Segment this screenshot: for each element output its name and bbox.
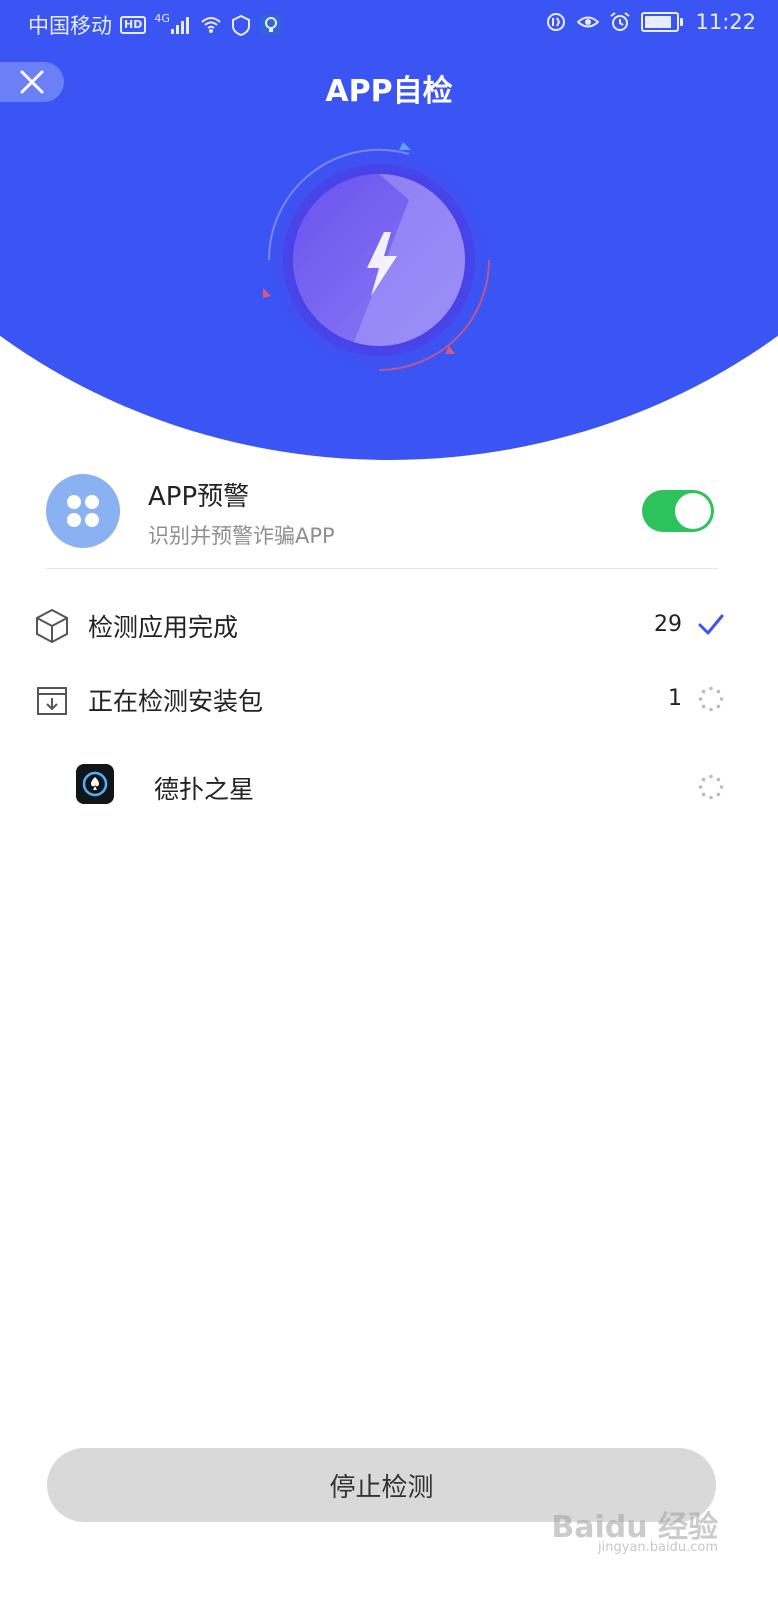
wifi-icon [201, 17, 221, 33]
checkmark-icon [698, 614, 724, 635]
scan-complete-count: 29 [654, 612, 682, 637]
scanning-app-row: 德扑之星 [76, 764, 728, 808]
spinner-icon [698, 686, 724, 712]
shield-status-icon [231, 14, 250, 36]
page-title: APP自检 [325, 74, 453, 109]
spinner-icon [698, 774, 724, 800]
app-warning-subtitle: 识别并预警诈骗APP [148, 524, 335, 548]
signal-icon [170, 17, 189, 34]
status-left: 中国移动 HD 4G [28, 10, 282, 40]
status-bar: 中国移动 HD 4G 11:22 [0, 0, 778, 46]
status-right: 11:22 [545, 10, 756, 34]
scan-complete-row: 检测应用完成 29 [34, 604, 728, 648]
battery-icon [641, 12, 684, 32]
poker-logo-icon [82, 771, 108, 797]
bulb-icon [260, 15, 281, 35]
app-warning-toggle[interactable] [642, 490, 714, 532]
alarm-icon [610, 12, 631, 31]
app-warning-row: APP预警 识别并预警诈骗APP [46, 474, 718, 569]
scanning-package-count: 1 [668, 686, 682, 711]
app-warning-title: APP预警 [148, 482, 250, 512]
download-box-icon [37, 687, 67, 715]
hd-badge: HD [120, 16, 147, 34]
status-time: 11:22 [695, 10, 756, 34]
toggle-knob [675, 493, 711, 529]
scanning-package-label: 正在检测安装包 [88, 687, 264, 716]
scan-gauge [261, 142, 497, 378]
scanning-package-row: 正在检测安装包 1 [34, 678, 728, 722]
clover-icon [67, 495, 99, 527]
box-icon [36, 608, 68, 644]
app-warning-icon [46, 474, 120, 548]
header-banner: 中国移动 HD 4G 11:22 APP自检 [0, 0, 778, 470]
scanning-app-name: 德扑之星 [154, 775, 255, 804]
eye-comfort-icon [577, 16, 600, 28]
data-saver-icon [547, 13, 566, 31]
carrier-label: 中国移动 [28, 14, 112, 38]
app-logo-icon [76, 764, 114, 804]
baidu-watermark-url: jingyan.baidu.com [598, 1540, 718, 1555]
scan-complete-label: 检测应用完成 [88, 613, 239, 642]
network-label: 4G [154, 11, 170, 25]
